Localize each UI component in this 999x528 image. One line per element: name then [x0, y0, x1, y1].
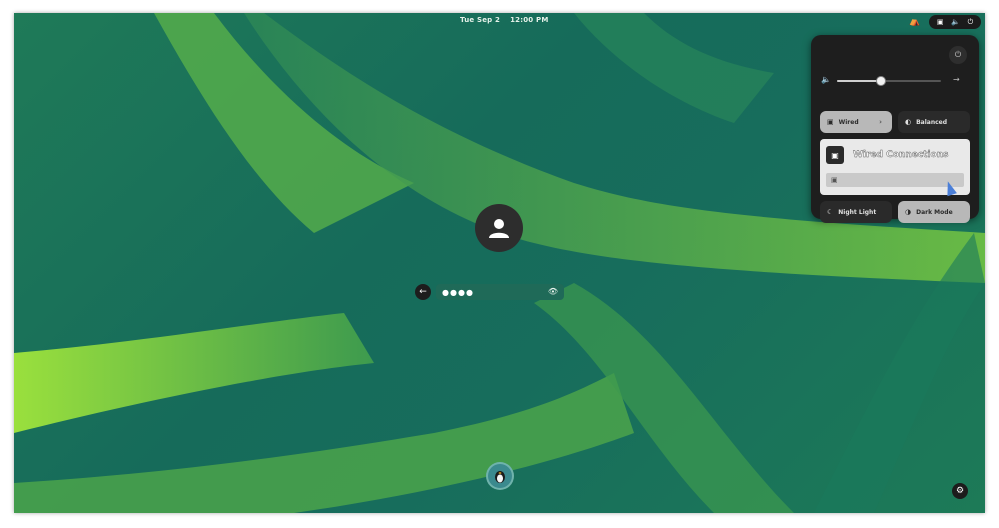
wired-network-icon: ▣ [826, 146, 844, 164]
night-light-label: Night Light [838, 208, 877, 216]
wired-network-icon: ▣ [936, 18, 944, 26]
power-button[interactable]: ⏻ [949, 46, 967, 64]
balanced-label: Balanced [916, 118, 948, 126]
menu-title: Wired Connections [853, 150, 949, 160]
eye-icon[interactable]: 👁 [548, 287, 558, 296]
gear-icon: ⚙ [955, 486, 965, 496]
wired-connections-menu: ▣ Wired Connections ▣ [820, 139, 970, 197]
clock[interactable]: Tue Sep 2 12:00 PM [460, 16, 559, 28]
login-screen: Tue Sep 2 12:00 PM ⛺ ▣ 🔈 ⏻ ← ●●●● 👁 ⚙ ⏻ … [14, 13, 985, 513]
wired-network-icon: ▣ [827, 118, 834, 126]
speaker-icon: 🔈 [951, 18, 960, 26]
power-profile-icon: ◐ [905, 118, 912, 126]
volume-slider[interactable] [837, 76, 941, 86]
volume-handle[interactable] [875, 76, 886, 86]
dark-mode-label: Dark Mode [916, 208, 953, 216]
chevron-right-icon[interactable]: › [879, 118, 882, 126]
password-value: ●●●● [442, 287, 474, 297]
user-avatar [475, 204, 523, 252]
accessibility-icon[interactable]: ⛺ [908, 16, 922, 28]
moon-icon: ☾ [827, 208, 834, 216]
back-button[interactable]: ← [415, 284, 431, 300]
dark-mode-icon: ◑ [905, 208, 912, 216]
power-mode-toggle[interactable]: ◐ Balanced [898, 111, 970, 133]
penguin-icon [495, 471, 505, 483]
power-icon: ⏻ [954, 50, 962, 59]
clock-time: 12:00 PM [510, 16, 549, 24]
top-bar: Tue Sep 2 12:00 PM ⛺ ▣ 🔈 ⏻ [14, 13, 985, 31]
session-settings-button[interactable]: ⚙ [952, 483, 968, 499]
distro-logo [488, 464, 512, 488]
system-status-menu[interactable]: ▣ 🔈 ⏻ [929, 15, 981, 29]
password-field[interactable]: ●●●● 👁 [436, 284, 564, 300]
speaker-icon: 🔈 [821, 75, 831, 84]
dark-mode-toggle[interactable]: ◑ Dark Mode [898, 201, 970, 223]
arrow-right-icon[interactable]: → [953, 75, 960, 84]
wired-toggle[interactable]: ▣ Wired › [820, 111, 892, 133]
power-icon: ⏻ [967, 18, 974, 26]
wired-label: Wired [838, 118, 859, 126]
clock-day: Tue Sep 2 [460, 16, 501, 24]
user-icon [489, 219, 509, 238]
night-light-toggle[interactable]: ☾ Night Light [820, 201, 892, 223]
wired-network-icon: ▣ [831, 176, 838, 184]
volume-fill [837, 80, 881, 82]
quick-settings-panel: ⏻ 🔈 → ▣ Wired › ◐ Balanced ▣ Wired Conne… [811, 35, 979, 223]
arrow-left-icon: ← [419, 287, 427, 297]
